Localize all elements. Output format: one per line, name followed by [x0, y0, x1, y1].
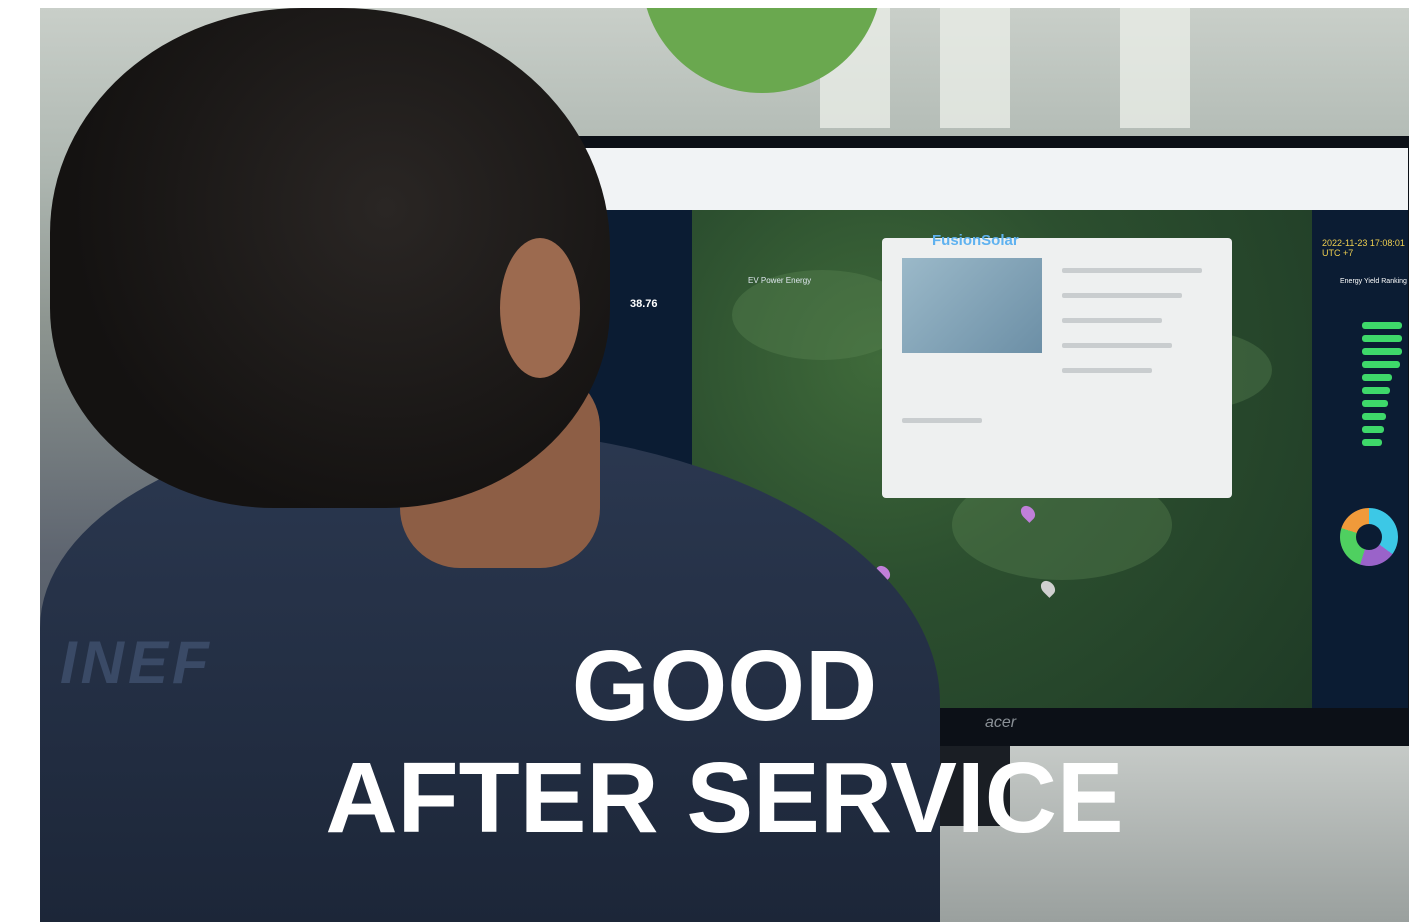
app-brand: FusionSolar [932, 232, 1019, 249]
ear [500, 238, 580, 378]
ranking-title: Energy Yield Ranking [1340, 278, 1407, 285]
window [940, 8, 1010, 128]
headline-line-1: GOOD [571, 630, 878, 742]
timestamp: 2022-11-23 17:08:01 UTC +7 [1322, 238, 1405, 258]
location-pin-icon [1038, 578, 1058, 598]
statistics-donut-chart [1340, 508, 1398, 566]
headline-line-2: AFTER SERVICE [325, 742, 1124, 854]
window [1120, 8, 1190, 128]
headline: GOOD AFTER SERVICE [40, 630, 1409, 854]
plant-photo [902, 258, 1042, 353]
map-label: EV Power Energy [748, 276, 812, 285]
browser-toolbar [572, 148, 1408, 210]
plant-info-popup [882, 238, 1232, 498]
